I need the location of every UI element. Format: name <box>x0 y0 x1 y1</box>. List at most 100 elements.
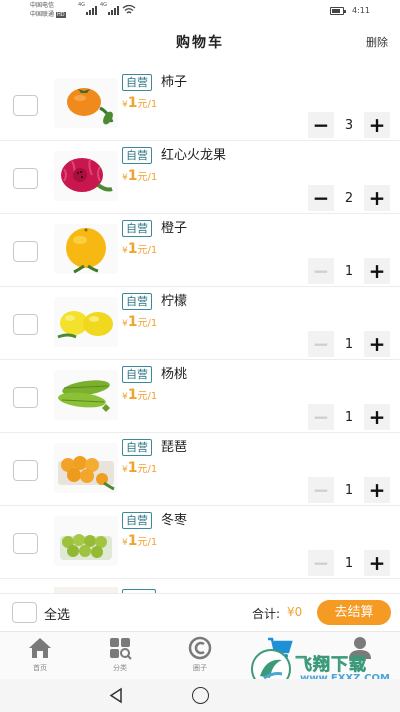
select-all-checkbox[interactable] <box>12 602 37 623</box>
wifi-icon <box>122 4 136 14</box>
product-price: ¥1元/1 <box>122 169 157 185</box>
self-operated-badge: 自营 <box>122 439 152 456</box>
cart-item: 自营 冬枣 ¥1元/1 − 1 + <box>0 506 400 579</box>
quantity-value: 2 <box>344 190 354 206</box>
network-1-label: 4G <box>78 2 86 8</box>
total-label: 合计: <box>252 607 281 621</box>
item-checkbox[interactable] <box>13 168 38 189</box>
starfruit-image <box>54 370 118 420</box>
product-name[interactable]: 冬枣 <box>161 512 187 529</box>
cart-item: 自营 琵琶 ¥1元/1 − 1 + <box>0 433 400 506</box>
tab-circle[interactable]: 圈子 <box>170 636 230 678</box>
tab-category[interactable]: 分类 <box>90 636 150 678</box>
jujube-image <box>54 516 118 566</box>
loquat-image <box>54 443 118 493</box>
decrease-button[interactable]: − <box>308 185 334 211</box>
increase-button[interactable]: + <box>364 404 390 430</box>
self-operated-badge: 自营 <box>122 147 152 164</box>
back-triangle-icon[interactable] <box>108 687 124 704</box>
persimmon-image <box>54 78 118 128</box>
tab-home[interactable]: 首页 <box>10 636 70 678</box>
product-name[interactable]: 琵琶 <box>161 439 187 456</box>
increase-button[interactable]: + <box>364 477 390 503</box>
status-bar: 中国电信 中国联通 HD 4G 4G 4:11 <box>0 0 400 24</box>
cart-list: 自营 柿子 ¥1元/1 − 3 + 自营 红心火龙果 ¥1元/1 − 2 + 自… <box>0 68 400 599</box>
quantity-value: 1 <box>344 482 354 498</box>
product-price: ¥1元/1 <box>122 242 157 258</box>
increase-button[interactable]: + <box>364 331 390 357</box>
decrease-button[interactable]: − <box>308 331 334 357</box>
battery-icon <box>330 7 346 15</box>
increase-button[interactable]: + <box>364 550 390 576</box>
quantity-stepper: − 2 + <box>308 185 390 211</box>
self-operated-badge: 自营 <box>122 74 152 91</box>
price-unit: 元/1 <box>137 245 158 256</box>
price-unit: 元/1 <box>137 318 158 329</box>
item-checkbox[interactable] <box>13 314 38 335</box>
quantity-stepper: − 1 + <box>308 331 390 357</box>
self-operated-badge: 自营 <box>122 366 152 383</box>
product-price: ¥1元/1 <box>122 96 157 112</box>
quantity-stepper: − 1 + <box>308 258 390 284</box>
price-unit: 元/1 <box>137 99 158 110</box>
item-checkbox[interactable] <box>13 241 38 262</box>
price-unit: 元/1 <box>137 464 158 475</box>
quantity-stepper: − 1 + <box>308 477 390 503</box>
product-price: ¥1元/1 <box>122 534 157 550</box>
home-circle-icon[interactable] <box>192 687 209 704</box>
price-unit: 元/1 <box>137 172 158 183</box>
increase-button[interactable]: + <box>364 258 390 284</box>
quantity-stepper: − 1 + <box>308 550 390 576</box>
self-operated-badge: 自营 <box>122 220 152 237</box>
product-name[interactable]: 橙子 <box>161 220 187 237</box>
self-operated-badge: 自营 <box>122 512 152 529</box>
page-title: 购物车 <box>176 35 224 51</box>
signal-1-icon <box>86 6 97 15</box>
page-header: 购物车 删除 <box>0 28 400 58</box>
checkout-button[interactable]: 去结算 <box>317 600 391 625</box>
quantity-stepper: − 1 + <box>308 404 390 430</box>
item-checkbox[interactable] <box>13 387 38 408</box>
product-name[interactable]: 柿子 <box>161 74 187 91</box>
network-2-label: 4G <box>100 2 108 8</box>
system-navigation-bar <box>0 679 400 712</box>
item-checkbox[interactable] <box>13 460 38 481</box>
watermark-text: 飞翔下载 <box>295 655 367 676</box>
carrier-1-label: 中国电信 <box>30 2 55 9</box>
product-name[interactable]: 杨桃 <box>161 366 187 383</box>
cart-item: 自营 柿子 ¥1元/1 − 3 + <box>0 68 400 141</box>
item-checkbox[interactable] <box>13 533 38 554</box>
quantity-stepper: − 3 + <box>308 112 390 138</box>
cart-item: 自营 橙子 ¥1元/1 − 1 + <box>0 214 400 287</box>
item-checkbox[interactable] <box>13 95 38 116</box>
signal-2-icon <box>108 6 119 15</box>
cart-item: 自营 杨桃 ¥1元/1 − 1 + <box>0 360 400 433</box>
carrier-2-name: 中国联通 <box>30 11 55 18</box>
orange-image <box>54 224 118 274</box>
total-value: ¥0 <box>287 605 303 619</box>
decrease-button[interactable]: − <box>308 404 334 430</box>
select-all-label[interactable]: 全选 <box>44 604 70 623</box>
product-price: ¥1元/1 <box>122 461 157 477</box>
dragonfruit-image <box>54 151 118 201</box>
decrease-button[interactable]: − <box>308 477 334 503</box>
product-price: ¥1元/1 <box>122 315 157 331</box>
product-name[interactable]: 柠檬 <box>161 293 187 310</box>
product-name[interactable]: 红心火龙果 <box>161 147 226 164</box>
tab-label: 分类 <box>113 664 127 672</box>
increase-button[interactable]: + <box>364 185 390 211</box>
tab-label: 首页 <box>33 664 47 672</box>
circle-icon <box>188 636 212 660</box>
category-icon <box>110 638 132 660</box>
price-unit: 元/1 <box>137 537 158 548</box>
price-unit: 元/1 <box>137 391 158 402</box>
decrease-button[interactable]: − <box>308 258 334 284</box>
cart-item: 自营 柠檬 ¥1元/1 − 1 + <box>0 287 400 360</box>
decrease-button[interactable]: − <box>308 112 334 138</box>
carrier-2-label: 中国联通 HD <box>30 11 66 19</box>
product-price: ¥1元/1 <box>122 388 157 404</box>
decrease-button[interactable]: − <box>308 550 334 576</box>
delete-button[interactable]: 删除 <box>366 34 388 50</box>
home-icon <box>29 638 51 658</box>
increase-button[interactable]: + <box>364 112 390 138</box>
